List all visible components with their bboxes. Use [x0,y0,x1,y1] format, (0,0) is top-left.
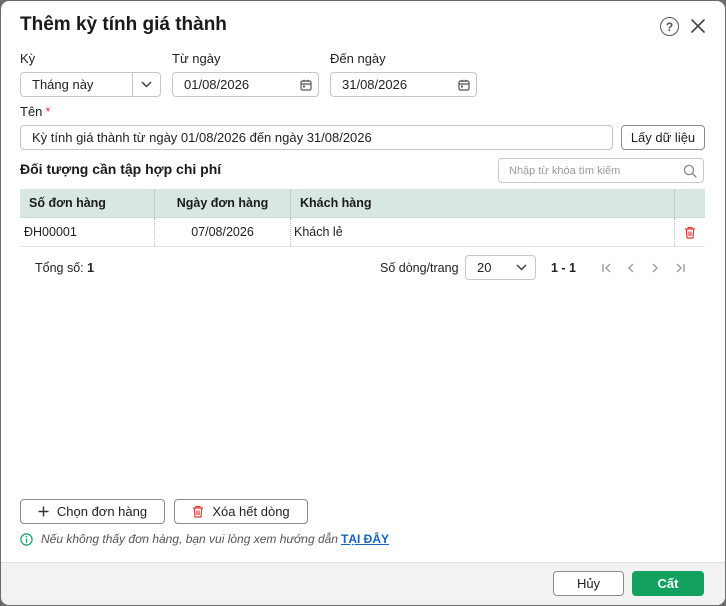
cell-order-date: 07/08/2026 [155,218,291,246]
name-label-text: Tên [20,104,43,119]
search-box [498,158,704,183]
name-value: Kỳ tính giá thành từ ngày 01/08/2026 đến… [32,130,372,145]
chevron-down-icon[interactable] [132,73,160,96]
col-order-date[interactable]: Ngày đơn hàng [155,189,291,217]
name-field[interactable]: Kỳ tính giá thành từ ngày 01/08/2026 đến… [20,125,613,150]
clear-rows-label: Xóa hết dòng [212,504,290,519]
table-row[interactable]: ĐH00001 07/08/2026 Khách lẻ [20,218,705,247]
from-date-label: Từ ngày [172,51,221,66]
dialog-title: Thêm kỳ tính giá thành [20,14,227,35]
info-icon [20,532,33,546]
page-range: 1 - 1 [551,261,577,275]
to-date-value: 31/08/2026 [342,77,408,92]
close-icon[interactable] [689,16,707,36]
from-date-value: 01/08/2026 [184,77,250,92]
cell-order-no: ĐH00001 [20,218,155,246]
pagination-bar: Tổng số: 1 Số dòng/trang 20 1 - 1 [20,248,705,288]
calendar-icon[interactable] [452,79,476,91]
section-title: Đối tượng cần tập hợp chi phí [20,161,222,177]
plus-icon [38,506,49,517]
chevron-down-icon [516,264,527,271]
delete-row-icon[interactable] [675,218,705,246]
to-date-label: Đến ngày [330,51,386,66]
calendar-icon[interactable] [294,79,318,91]
name-label: Tên * [20,104,50,119]
period-value: Tháng này [32,77,94,92]
to-date-field[interactable]: 31/08/2026 [330,72,477,97]
choose-orders-label: Chọn đơn hàng [56,504,148,519]
col-order-no[interactable]: Số đơn hàng [20,189,155,217]
search-icon[interactable] [677,164,703,178]
total-label: Tổng số: [35,261,84,275]
trash-icon [193,505,204,518]
search-input[interactable] [499,159,677,182]
hint-text: Nếu không thấy đơn hàng, bạn vui lòng xe… [41,532,338,546]
last-page-icon[interactable] [672,260,688,276]
help-icon[interactable]: ? [660,17,679,36]
required-mark: * [45,104,51,119]
choose-orders-button[interactable]: Chọn đơn hàng [20,499,165,524]
total-value: 1 [87,261,95,275]
dialog: Thêm kỳ tính giá thành ? Kỳ Tháng này Từ… [1,1,725,605]
period-label: Kỳ [20,51,36,66]
cell-customer: Khách lẻ [291,218,675,246]
cancel-button[interactable]: Hủy [553,571,624,596]
col-actions [675,189,705,217]
orders-grid: Số đơn hàng Ngày đơn hàng Khách hàng ĐH0… [20,189,705,247]
from-date-field[interactable]: 01/08/2026 [172,72,319,97]
grid-header: Số đơn hàng Ngày đơn hàng Khách hàng [20,189,705,218]
clear-rows-button[interactable]: Xóa hết dòng [174,499,308,524]
dialog-footer: Hủy Cất [1,562,725,605]
hint: Nếu không thấy đơn hàng, bạn vui lòng xe… [20,532,389,546]
col-customer[interactable]: Khách hàng [291,189,675,217]
rows-per-page-select[interactable]: 20 [465,255,536,280]
rows-per-page-label: Số dòng/trang [380,261,459,275]
first-page-icon[interactable] [599,260,615,276]
period-select[interactable]: Tháng này [20,72,161,97]
dialog-header: Thêm kỳ tính giá thành ? [1,1,725,51]
rows-per-page-value: 20 [477,260,492,275]
fetch-data-button[interactable]: Lấy dữ liệu [621,125,705,150]
save-button[interactable]: Cất [632,571,704,596]
next-page-icon[interactable] [647,260,663,276]
prev-page-icon[interactable] [623,260,639,276]
total-count: Tổng số: 1 [35,261,94,275]
guide-link[interactable]: TẠI ĐÂY [341,532,389,546]
